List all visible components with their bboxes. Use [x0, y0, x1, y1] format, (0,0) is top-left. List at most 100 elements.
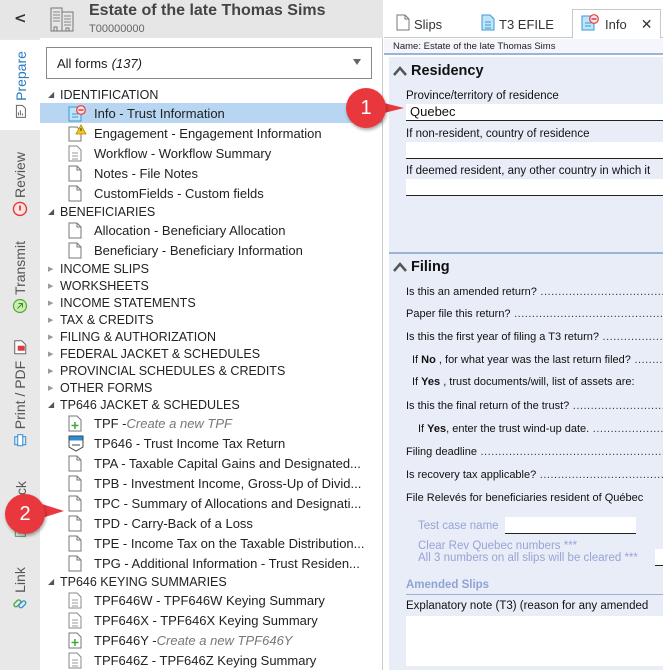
tree-item[interactable]: TPA - Taxable Capital Gains and Designat… — [40, 453, 382, 473]
tree-item[interactable]: TPB - Investment Income, Gross-Up of Div… — [40, 473, 382, 493]
question-text: Paper file this return? — [406, 308, 511, 320]
tab-review[interactable]: Review — [0, 140, 40, 230]
print-icon — [13, 433, 28, 451]
collapsed-triangle-icon[interactable]: ▶ — [48, 282, 60, 290]
tree-item[interactable]: Engagement - Engagement Information — [40, 123, 382, 143]
forms-filter-dropdown[interactable]: All forms (137) — [46, 47, 372, 79]
tree-item-label: TPF646X - TPF646X Keying Summary — [94, 612, 318, 628]
tree-group[interactable]: ▶ OTHER FORMS — [40, 379, 382, 396]
tree-group[interactable]: ▶ FEDERAL JACKET & SCHEDULES — [40, 345, 382, 362]
filing-question[interactable]: If Yes , trust documents/will, list of a… — [406, 376, 663, 388]
clear-rev-input[interactable] — [655, 549, 663, 566]
collapse-button[interactable]: < — [14, 9, 27, 27]
side-nav-top: < — [0, 0, 40, 38]
expanded-triangle-icon[interactable]: ◢ — [48, 207, 60, 216]
question-text: Is this the first year of filing a T3 re… — [406, 331, 599, 343]
filing-question[interactable]: Paper file this return? ................… — [406, 308, 663, 320]
expanded-triangle-icon[interactable]: ◢ — [48, 90, 60, 99]
explanatory-note-textarea[interactable] — [406, 616, 663, 666]
tab-t3-efile[interactable]: T3 EFILE — [481, 10, 554, 38]
tree-group[interactable]: ▶ INCOME STATEMENTS — [40, 294, 382, 311]
tree-item-label: TPF646Y - — [94, 632, 157, 648]
tree-item[interactable]: Beneficiary - Beneficiary Information — [40, 240, 382, 260]
tree-group[interactable]: ◢ TP646 KEYING SUMMARIES — [40, 573, 382, 590]
tree-item[interactable]: TPF646W - TPF646W Keying Summary — [40, 590, 382, 610]
tree-item-label: Notes - File Notes — [94, 165, 199, 181]
filing-question[interactable]: File Relevés for beneficiaries resident … — [406, 492, 663, 504]
filing-question[interactable]: If No , for what year was the last retur… — [406, 354, 663, 366]
return-jacket-icon — [68, 435, 84, 452]
tree-item[interactable]: TPF646X - TPF646X Keying Summary — [40, 610, 382, 630]
deemed-resident-input[interactable] — [406, 179, 663, 196]
tree-item[interactable]: TPD - Carry-Back of a Loss — [40, 513, 382, 533]
filing-question[interactable]: Is recovery tax applicable? ............… — [406, 469, 663, 481]
tree-item[interactable]: Info - Trust Information — [40, 103, 382, 123]
collapsed-triangle-icon[interactable]: ▶ — [48, 316, 60, 324]
amended-slips-header: Amended Slips — [406, 579, 663, 595]
collapsed-triangle-icon[interactable]: ▶ — [48, 299, 60, 307]
collapsed-triangle-icon[interactable]: ▶ — [48, 265, 60, 273]
tree-item-label: TPF - — [94, 415, 127, 431]
tree-item[interactable]: Notes - File Notes — [40, 163, 382, 183]
tree-item-label: TPC - Summary of Allocations and Designa… — [94, 495, 362, 511]
tree-group[interactable]: ◢ IDENTIFICATION — [40, 86, 382, 103]
tree-item[interactable]: Workflow - Workflow Summary — [40, 143, 382, 163]
question-emphasis: No — [421, 354, 436, 366]
tab-print-pdf[interactable]: Print / PDF — [0, 330, 40, 460]
tree-group[interactable]: ▶ INCOME SLIPS — [40, 260, 382, 277]
leader-dots: ........................................… — [572, 400, 663, 412]
tree-group[interactable]: ▶ TAX & CREDITS — [40, 311, 382, 328]
close-tab-icon[interactable]: ✕ — [641, 16, 653, 33]
tree-group[interactable]: ▶ FILING & AUTHORIZATION — [40, 328, 382, 345]
tree-group[interactable]: ▶ WORKSHEETS — [40, 277, 382, 294]
leader-dots: ........................................… — [514, 308, 663, 320]
collapsed-triangle-icon[interactable]: ▶ — [48, 367, 60, 375]
document-lines-icon — [68, 145, 82, 162]
clear-rev-line2: All 3 numbers on all slips will be clear… — [418, 552, 638, 564]
add-document-icon — [68, 415, 82, 432]
doc-error-icon — [581, 14, 601, 34]
expanded-triangle-icon[interactable]: ◢ — [48, 400, 60, 409]
tree-group[interactable]: ◢ BENEFICIARIES — [40, 203, 382, 220]
tree-item[interactable]: TPF646Z - TPF646Z Keying Summary — [40, 650, 382, 670]
tab-link[interactable]: Link — [0, 555, 40, 625]
forms-filter-label: All forms — [57, 55, 108, 71]
client-header: Estate of the late Thomas Sims T00000000 — [40, 0, 383, 38]
filing-header[interactable]: Filing — [393, 259, 450, 275]
filing-question[interactable]: Is this an amended return? .............… — [406, 286, 663, 298]
tree-group-label: INCOME SLIPS — [60, 261, 149, 276]
collapsed-triangle-icon[interactable]: ▶ — [48, 333, 60, 341]
test-case-input[interactable] — [505, 517, 636, 534]
add-document-icon — [68, 632, 82, 649]
province-input[interactable]: Quebec — [406, 104, 663, 121]
create-new-hint: Create a new TPF646Y — [156, 632, 293, 648]
nonresident-country-input[interactable] — [406, 142, 663, 159]
residency-header[interactable]: Residency — [393, 63, 484, 79]
tree-group[interactable]: ▶ PROVINCIAL SCHEDULES & CREDITS — [40, 362, 382, 379]
tree-group[interactable]: ◢ TP646 JACKET & SCHEDULES — [40, 396, 382, 413]
filing-question[interactable]: If Yes, enter the trust wind-up date. ..… — [406, 423, 663, 435]
tree-item[interactable]: TPE - Income Tax on the Taxable Distribu… — [40, 533, 382, 553]
tree-item[interactable]: TPG - Additional Information - Trust Res… — [40, 553, 382, 573]
tab-slips[interactable]: Slips — [396, 10, 442, 38]
tab-transmit[interactable]: Transmit — [0, 232, 40, 324]
client-id: T00000000 — [89, 23, 145, 35]
tree-item[interactable]: TPF - Create a new TPF — [40, 413, 382, 433]
tab-prepare[interactable]: Prepare — [0, 40, 40, 130]
filing-question[interactable]: Is this the final return of the trust? .… — [406, 400, 663, 412]
collapsed-triangle-icon[interactable]: ▶ — [48, 384, 60, 392]
tree-item[interactable]: Allocation - Beneficiary Allocation — [40, 220, 382, 240]
tree-item[interactable]: TPF646Y - Create a new TPF646Y — [40, 630, 382, 650]
expanded-triangle-icon[interactable]: ◢ — [48, 577, 60, 586]
filing-question[interactable]: Is this the first year of filing a T3 re… — [406, 331, 663, 343]
document-icon — [68, 495, 82, 512]
collapsed-triangle-icon[interactable]: ▶ — [48, 350, 60, 358]
filing-question[interactable]: Filing deadline ........................… — [406, 446, 663, 458]
tree-item[interactable]: TPC - Summary of Allocations and Designa… — [40, 493, 382, 513]
forms-filter-count: (137) — [111, 55, 142, 71]
tree-item[interactable]: TP646 - Trust Income Tax Return — [40, 433, 382, 453]
tab-review-label: Review — [12, 152, 28, 198]
tree-item[interactable]: CustomFields - Custom fields — [40, 183, 382, 203]
tab-info[interactable]: Info ✕ — [572, 9, 662, 39]
document-icon — [68, 475, 82, 492]
